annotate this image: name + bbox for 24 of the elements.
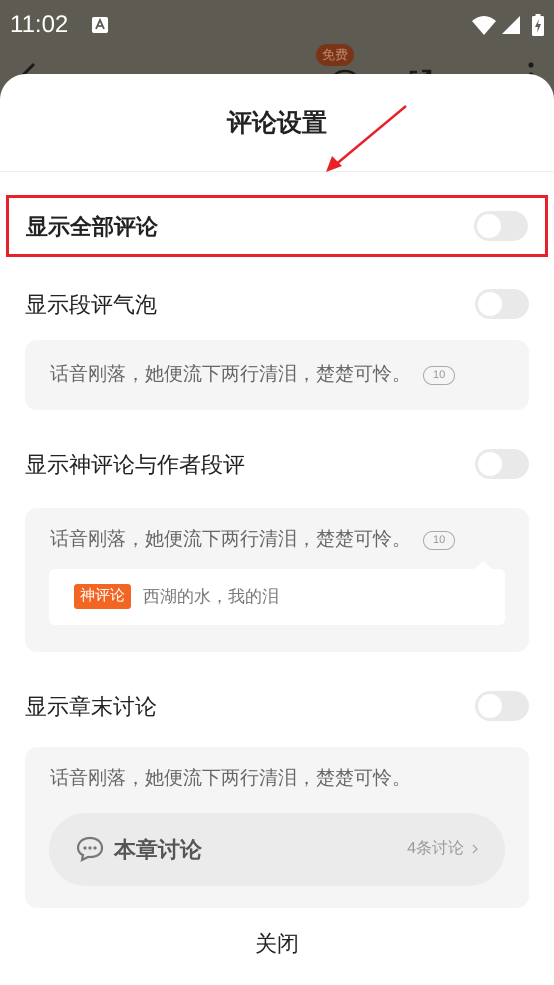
chat-bubble-icon (76, 836, 104, 862)
setting-label: 显示章末讨论 (25, 692, 157, 720)
signal-icon (502, 16, 520, 34)
discussion-title: 本章讨论 (114, 836, 202, 864)
setting-label: 显示神评论与作者段评 (25, 450, 245, 478)
status-time: 11:02 (10, 13, 68, 37)
chevron-right-icon (472, 844, 478, 854)
sheet-title: 评论设置 (227, 108, 327, 139)
battery-charging-icon (532, 14, 544, 36)
sample-text: 话音刚落，她便流下两行清泪，楚楚可怜。 (50, 362, 411, 387)
keyboard-notification-icon (92, 17, 108, 33)
god-comment-tag: 神评论 (74, 584, 131, 609)
comment-count-bubble: 10 (423, 530, 456, 550)
sample-text: 话音刚落，她便流下两行清泪，楚楚可怜。 (50, 528, 411, 552)
discussion-count: 4条讨论 (407, 838, 464, 859)
close-button[interactable]: 关闭 (255, 927, 299, 960)
free-badge: 免费 (316, 44, 354, 66)
setting-label: 显示全部评论 (26, 212, 158, 240)
sample-text: 话音刚落，她便流下两行清泪，楚楚可怜。 (50, 768, 411, 789)
wifi-icon (472, 15, 496, 35)
god-comment-text: 西湖的水，我的泪 (143, 586, 279, 608)
chapter-discussion-bar[interactable]: 本章讨论 4条讨论 (49, 812, 505, 886)
setting-label: 显示段评气泡 (25, 290, 157, 318)
comment-count-bubble: 10 (423, 366, 456, 384)
